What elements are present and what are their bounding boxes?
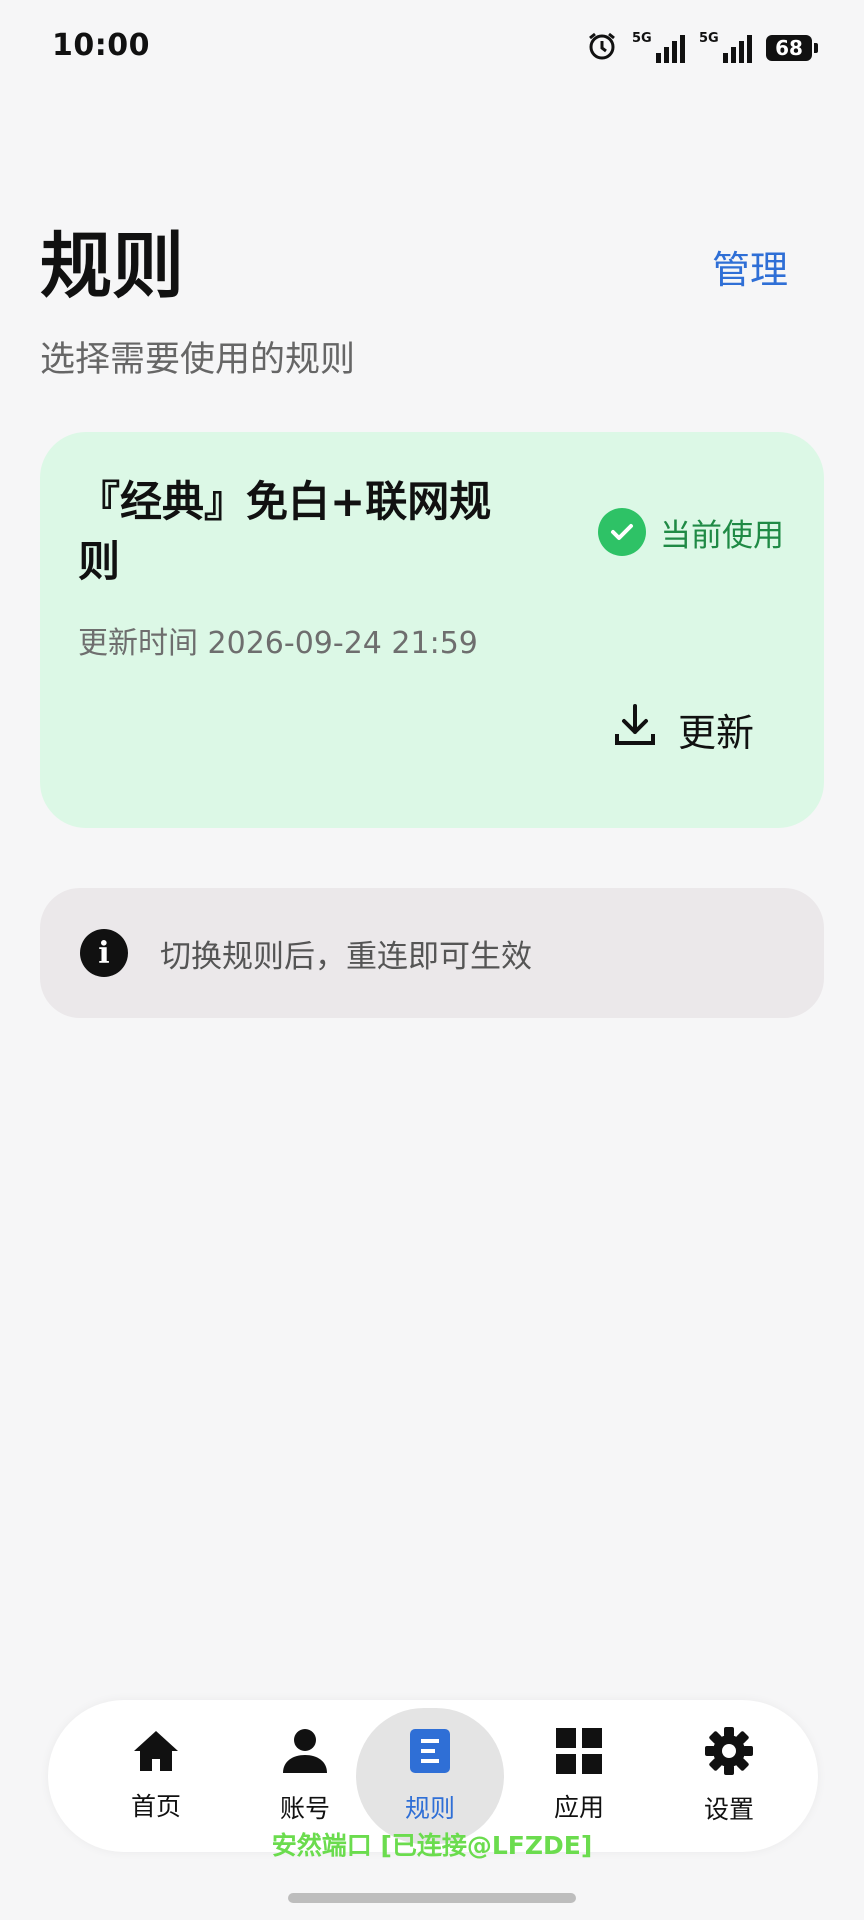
- info-text: 切换规则后，重连即可生效: [160, 938, 532, 975]
- manage-button[interactable]: 管理: [712, 244, 788, 296]
- page-title: 规则: [40, 224, 185, 308]
- page-subtitle: 选择需要使用的规则: [40, 340, 356, 380]
- status-time: 10:00: [52, 28, 150, 63]
- status-bar: 10:00 5G 5G 68: [0, 0, 864, 100]
- signal-label-1: 5G: [632, 31, 652, 46]
- info-card: i 切换规则后，重连即可生效: [40, 888, 824, 1018]
- nav-label-apps: 应用: [553, 1793, 604, 1822]
- person-icon: [281, 1727, 329, 1779]
- signal-label-2: 5G: [699, 31, 719, 46]
- grid-icon: [556, 1728, 602, 1778]
- battery-indicator: 68: [766, 35, 818, 61]
- info-icon: i: [80, 929, 128, 977]
- signal-icon-1: 5G: [632, 31, 685, 63]
- check-circle-icon: [598, 508, 646, 556]
- nav-label-home: 首页: [130, 1792, 181, 1821]
- rule-name: 『经典』免白+联网规则: [78, 477, 492, 586]
- nav-label-account: 账号: [279, 1794, 330, 1823]
- alarm-icon: [586, 30, 618, 66]
- nav-label-settings: 设置: [703, 1795, 754, 1824]
- gear-icon: [704, 1726, 754, 1780]
- signal-icon-2: 5G: [699, 31, 752, 63]
- connection-status: 安然端口 [已连接@LFZDE]: [271, 1831, 593, 1860]
- updated-time: 更新时间 2026-09-24 21:59: [78, 626, 478, 661]
- current-use-badge: 当前使用: [598, 508, 784, 556]
- home-indicator[interactable]: [288, 1893, 576, 1903]
- update-button[interactable]: 更新: [612, 702, 754, 757]
- update-label: 更新: [678, 711, 755, 755]
- rule-card[interactable]: 『经典』免白+联网规则 当前使用 更新时间 2026-09-24 21:59 更…: [40, 432, 824, 828]
- download-icon: [612, 702, 658, 757]
- nav-label-rules: 规则: [404, 1794, 455, 1823]
- status-icons: 5G 5G 68: [586, 28, 818, 68]
- current-use-label: 当前使用: [660, 517, 784, 554]
- home-icon: [132, 1729, 180, 1777]
- document-icon: [408, 1727, 452, 1779]
